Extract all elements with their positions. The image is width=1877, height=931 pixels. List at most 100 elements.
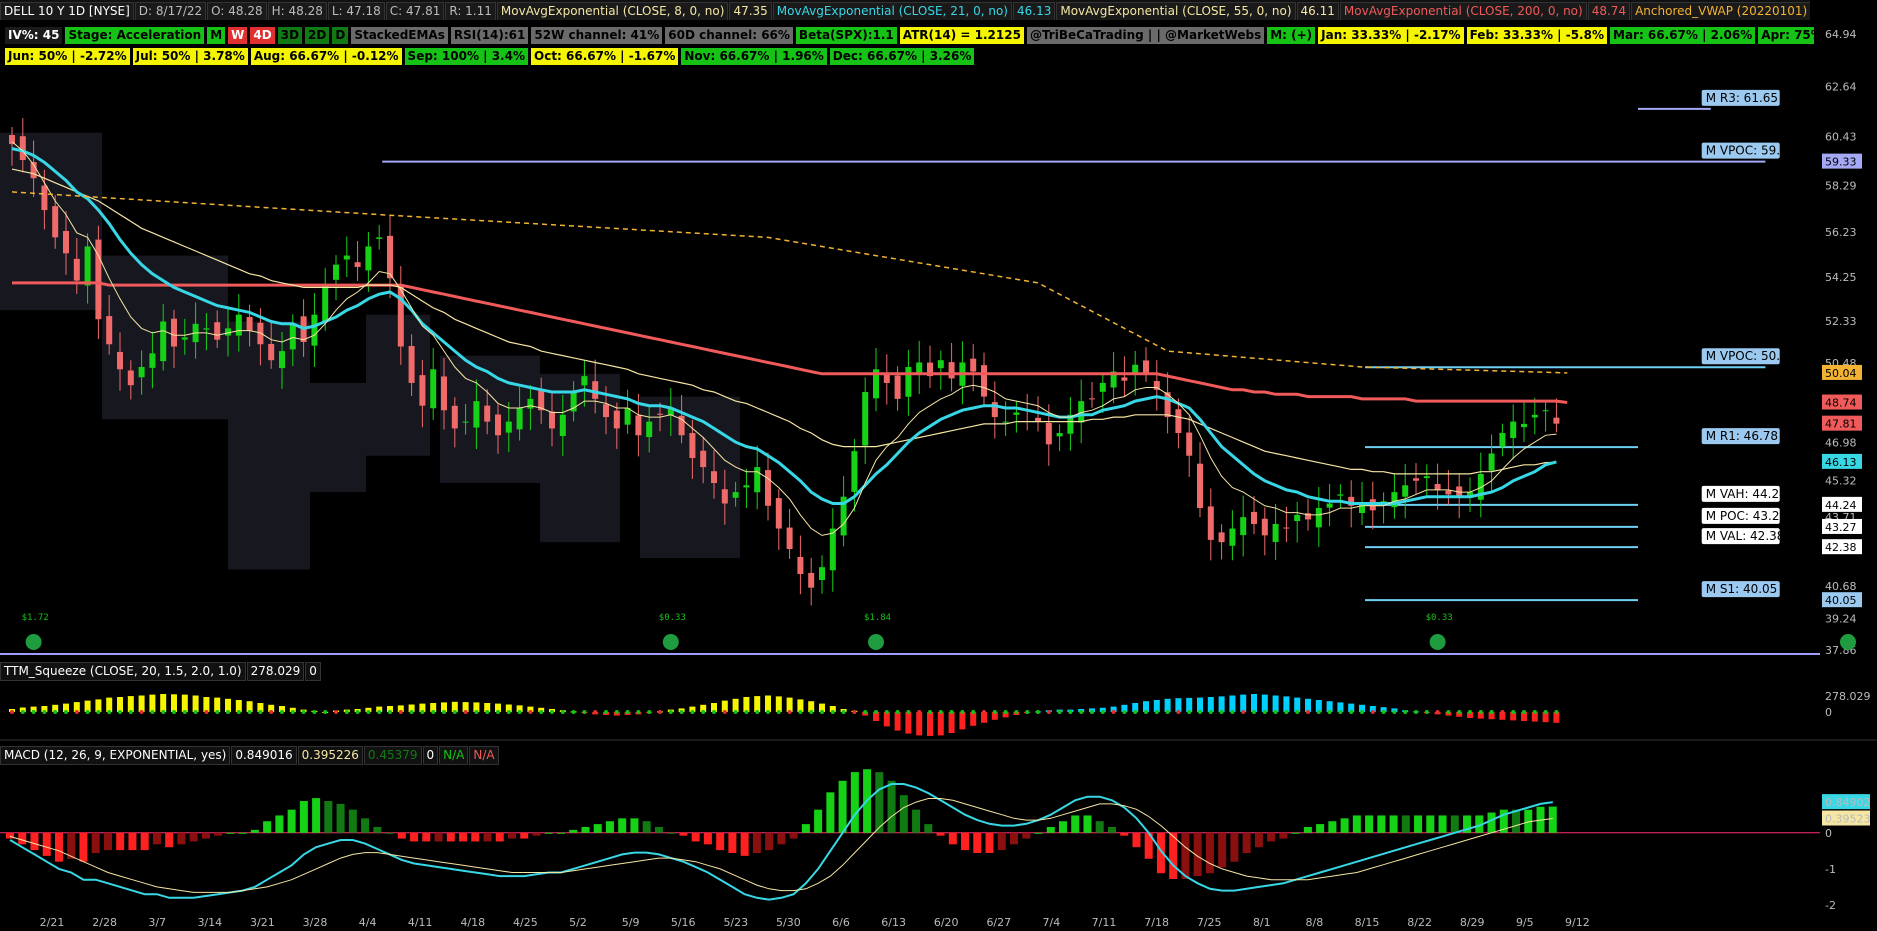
squeeze-dot-46 (506, 710, 511, 714)
macd-hist-bar-11 (140, 832, 149, 851)
candle-body-23 (257, 322, 264, 345)
squeeze-dot-138 (1500, 710, 1505, 714)
squeeze-dot-131 (1424, 710, 1429, 714)
macd-hist-bar-103 (1267, 832, 1276, 842)
squeeze-dot-82 (895, 710, 900, 714)
squeeze-dot-43 (474, 710, 479, 714)
candle-body-40 (441, 376, 447, 411)
squeeze-bar-110 (1197, 697, 1203, 712)
squeeze-dot-7 (85, 710, 90, 714)
price-badge-text-8: 40.05 (1825, 594, 1857, 607)
macd-hist-bar-115 (1414, 815, 1423, 833)
candle-body-132 (1434, 483, 1441, 490)
macd-zero: 0 (422, 746, 439, 765)
candle-body-105 (1143, 360, 1149, 374)
macd-hist-bar-84 (1034, 832, 1043, 834)
chart-canvas[interactable]: 64.9462.6460.4358.2956.2354.2552.3350.48… (0, 0, 1877, 931)
candle-body-87 (948, 362, 955, 379)
level-label-5: M POC: 43.27 (1706, 509, 1787, 523)
macd-hist-bar-99 (1218, 832, 1227, 868)
squeeze-dot-123 (1338, 710, 1343, 714)
squeeze-dot-99 (1079, 710, 1084, 714)
squeeze-bar-81 (883, 712, 890, 727)
candle-body-70 (765, 470, 771, 506)
candle-body-140 (1521, 423, 1527, 428)
macd-hist-bar-109 (1340, 818, 1349, 833)
date-tick-11: 5/9 (622, 916, 640, 929)
candle-body-37 (408, 346, 415, 383)
squeeze-dot-108 (1176, 710, 1181, 714)
squeeze-dot-121 (1316, 710, 1321, 714)
price-badge-text-0: 59.33 (1825, 156, 1857, 169)
macd-diff-value: 0.849016 (231, 746, 297, 765)
macd-hist-bar-32 (397, 832, 406, 839)
macd-hist-bar-110 (1352, 815, 1361, 833)
macd-hist-bar-71 (875, 772, 884, 833)
squeeze-dot-17 (193, 710, 198, 714)
candle-body-78 (851, 451, 858, 492)
candle-body-44 (484, 405, 491, 422)
squeeze-title[interactable]: TTM_Squeeze (CLOSE, 20, 1.5, 2.0, 1.0) (0, 662, 246, 681)
squeeze-bar-13 (149, 694, 156, 712)
squeeze-bar-16 (181, 694, 188, 712)
macd-tick-3: -1 (1825, 863, 1836, 876)
candle-body-68 (743, 485, 750, 488)
candle-body-115 (1251, 511, 1257, 524)
candle-body-43 (473, 401, 480, 428)
macd-hist-bar-121 (1487, 812, 1496, 833)
candle-body-121 (1315, 508, 1322, 528)
squeeze-dot-25 (280, 710, 284, 714)
date-tick-7: 4/11 (408, 916, 433, 929)
date-tick-16: 6/13 (881, 916, 906, 929)
squeeze-dot-71 (776, 710, 781, 714)
level-label-0: M R3: 61.65 (1706, 91, 1778, 105)
macd-hist-bar-10 (128, 832, 137, 851)
macd-hist-bar-69 (850, 772, 859, 833)
candle-body-36 (397, 286, 404, 347)
macd-hist-bar-53 (654, 827, 663, 833)
squeeze-dot-107 (1165, 710, 1170, 714)
event-label-3: $0.33 (1426, 613, 1453, 623)
candle-body-30 (333, 264, 339, 280)
macd-hist-bar-22 (275, 815, 284, 833)
macd-hist-bar-34 (422, 832, 431, 842)
candle-body-93 (1013, 412, 1020, 415)
candle-body-39 (430, 369, 437, 409)
candle-body-71 (775, 498, 782, 529)
squeeze-bar-9 (106, 697, 113, 712)
price-badge-text-1: 50.04 (1825, 367, 1857, 380)
macd-hist-bar-38 (471, 832, 480, 842)
squeeze-dot-93 (1014, 710, 1019, 714)
candle-body-90 (981, 365, 987, 397)
candle-body-54 (592, 381, 599, 399)
macd-hist-bar-88 (1083, 815, 1092, 833)
candle-body-114 (1240, 517, 1247, 536)
event-label-2: $1.84 (864, 613, 891, 623)
volume-profile-3 (310, 382, 366, 493)
squeeze-bar-14 (160, 694, 167, 712)
candle-body-82 (894, 375, 901, 399)
squeeze-dot-91 (992, 710, 997, 714)
candle-body-129 (1402, 485, 1409, 497)
macd-title[interactable]: MACD (12, 26, 9, EXPONENTIAL, yes) (0, 746, 231, 765)
squeeze-dot-136 (1478, 710, 1483, 714)
squeeze-dot-85 (928, 710, 932, 714)
macd-hist-bar-7 (91, 832, 100, 853)
squeeze-bar-115 (1251, 694, 1257, 712)
candle-body-5 (63, 231, 69, 254)
candle-body-1 (19, 136, 26, 161)
macd-hist-bar-105 (1291, 832, 1300, 834)
squeeze-bar-71 (775, 696, 782, 712)
macd-hist-bar-51 (630, 818, 639, 833)
candle-body-9 (106, 316, 113, 345)
price-tick-4: 56.23 (1825, 226, 1857, 239)
squeeze-dot-52 (571, 710, 576, 714)
candle-body-89 (970, 358, 977, 372)
squeeze-dot-74 (809, 710, 814, 714)
price-tick-12: 40.68 (1825, 580, 1857, 593)
macd-hist-bar-91 (1120, 832, 1129, 836)
squeeze-dot-8 (96, 710, 101, 714)
date-tick-1: 2/28 (92, 916, 117, 929)
price-tick-2: 60.43 (1825, 131, 1857, 144)
squeeze-dot-0 (10, 710, 14, 714)
